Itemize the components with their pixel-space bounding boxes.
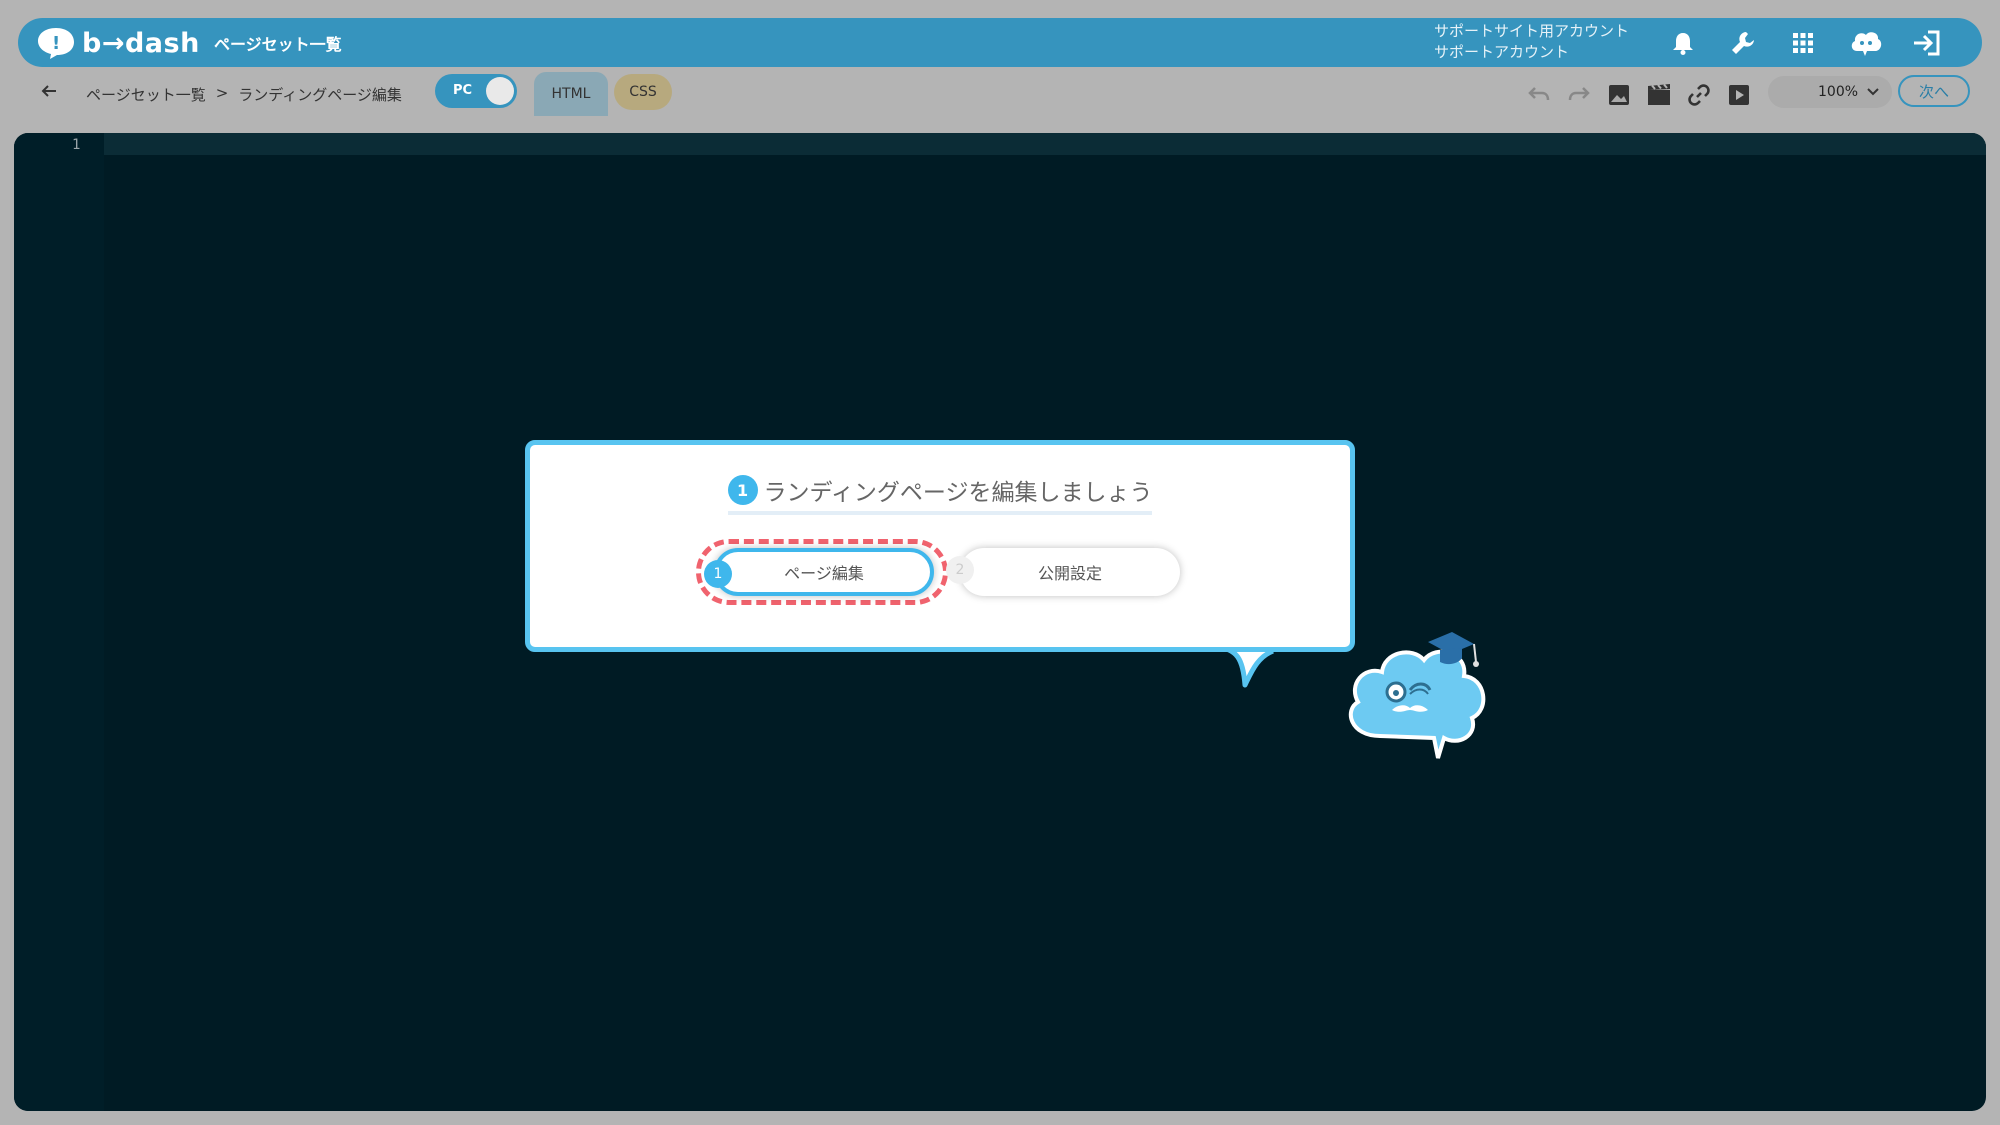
step-label: ページ編集 [784, 564, 864, 583]
step-number-badge: 2 [946, 556, 974, 584]
back-arrow-icon[interactable] [40, 82, 58, 104]
account-sub: サポートアカウント [1434, 43, 1570, 61]
tab-html[interactable]: HTML [534, 72, 608, 116]
step-number-badge: 1 [704, 560, 732, 588]
tutorial-title: 1 ランディングページを編集しましょう [530, 473, 1350, 515]
wrench-icon[interactable] [1728, 28, 1758, 58]
line-gutter: 1 [14, 133, 104, 1111]
bell-icon[interactable] [1668, 28, 1698, 58]
video-icon[interactable] [1646, 82, 1672, 108]
toggle-knob [486, 77, 514, 105]
step-publish-settings-button[interactable]: 2 公開設定 [946, 548, 1180, 596]
logout-icon[interactable] [1908, 28, 1944, 58]
redo-icon[interactable] [1566, 82, 1592, 108]
cloud-mascot-icon[interactable] [1848, 28, 1884, 58]
cloud-mascot-illustration [1348, 632, 1486, 759]
chevron-down-icon [1866, 85, 1880, 101]
logo[interactable]: ! b→dash [36, 24, 200, 62]
page-set-list-link[interactable]: ページセット一覧 [214, 31, 342, 55]
step-page-edit-button[interactable]: 1 ページ編集 [704, 548, 934, 596]
active-line-highlight [104, 133, 1986, 155]
next-button[interactable]: 次へ [1898, 75, 1970, 107]
device-toggle[interactable]: PC [435, 74, 517, 108]
logo-bubble-icon: ! [38, 28, 74, 59]
account-name: サポートサイト用アカウント [1434, 22, 1630, 40]
breadcrumb-separator: > [215, 84, 229, 102]
editor-toolbar: ページセット一覧 > ランディングページ編集 PC HTML CSS 100% … [12, 72, 1988, 116]
link-icon[interactable] [1686, 82, 1712, 108]
apps-grid-icon[interactable] [1788, 28, 1818, 58]
play-icon[interactable] [1726, 82, 1752, 108]
title-step-badge: 1 [727, 475, 758, 505]
tab-css[interactable]: CSS [614, 74, 672, 110]
tutorial-title-text: ランディングページを編集しましょう [763, 480, 1153, 506]
step-label: 公開設定 [1037, 564, 1102, 583]
top-header: ! b→dash ページセット一覧 サポートサイト用アカウント サポートアカウン… [18, 18, 1982, 67]
logo-text: b→dash [82, 27, 200, 59]
device-toggle-label: PC [453, 83, 473, 98]
tutorial-bubble: 1 ランディングページを編集しましょう 1 ページ編集 2 公開設定 [525, 440, 1355, 652]
zoom-select[interactable]: 100% [1768, 76, 1892, 108]
breadcrumb: ページセット一覧 > ランディングページ編集 [86, 84, 402, 105]
svg-text:!: ! [52, 33, 60, 54]
account-info[interactable]: サポートサイト用アカウント サポートアカウント [1434, 21, 1629, 63]
zoom-value: 100% [1818, 84, 1859, 100]
breadcrumb-page-set-list[interactable]: ページセット一覧 [86, 84, 206, 105]
image-icon[interactable] [1606, 82, 1632, 108]
undo-icon[interactable] [1526, 82, 1552, 108]
breadcrumb-current: ランディングページ編集 [238, 86, 402, 104]
line-number: 1 [72, 137, 81, 153]
